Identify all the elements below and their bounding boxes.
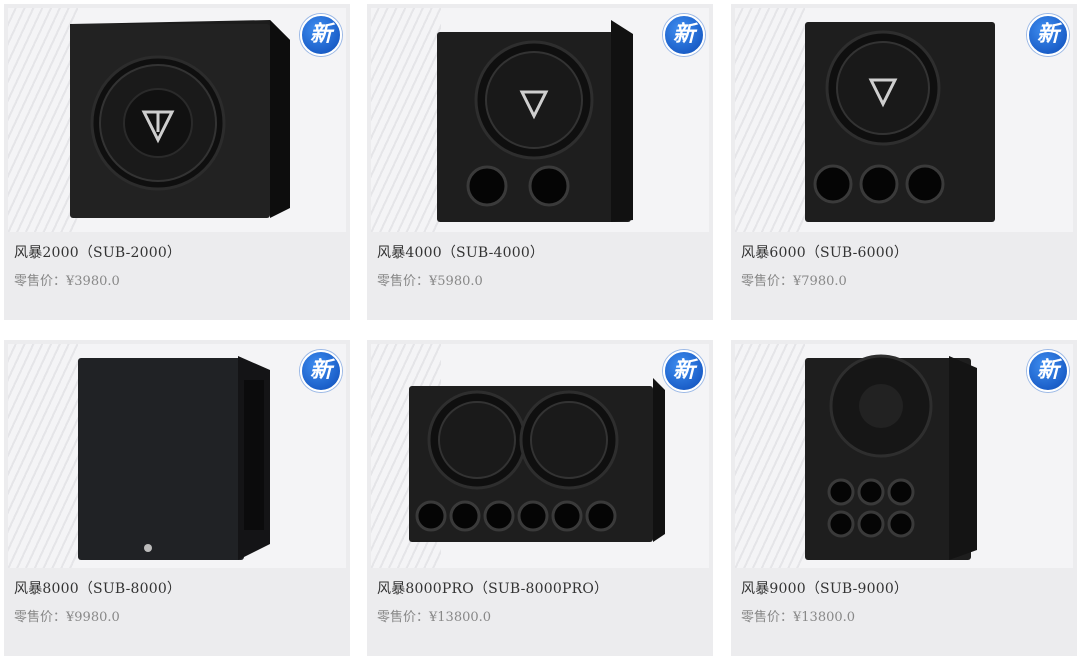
- product-price: 零售价：¥13800.0: [377, 610, 492, 625]
- product-title[interactable]: 风暴2000（SUB-2000）: [14, 242, 181, 262]
- product-card[interactable]: 新 风暴9000（SUB-9000） 零售价：¥13800.0: [731, 340, 1077, 656]
- product-price: 零售价：¥7980.0: [741, 274, 847, 289]
- subwoofer-image: [805, 354, 977, 560]
- new-badge: 新: [1027, 14, 1069, 56]
- new-badge: 新: [663, 350, 705, 392]
- product-title[interactable]: 风暴8000（SUB-8000）: [14, 578, 181, 598]
- product-title[interactable]: 风暴8000PRO（SUB-8000PRO）: [377, 578, 608, 598]
- product-image[interactable]: [735, 344, 1073, 568]
- product-image[interactable]: [371, 344, 709, 568]
- new-badge: 新: [1027, 350, 1069, 392]
- product-card[interactable]: 新 风暴2000（SUB-2000） 零售价：¥3980.0: [4, 4, 350, 320]
- product-grid: 新 风暴2000（SUB-2000） 零售价：¥3980.0 新 风暴4000（…: [0, 0, 1080, 658]
- product-image[interactable]: [735, 8, 1073, 232]
- subwoofer-image: [78, 356, 270, 560]
- product-title[interactable]: 风暴6000（SUB-6000）: [741, 242, 908, 262]
- product-title[interactable]: 风暴4000（SUB-4000）: [377, 242, 544, 262]
- subwoofer-image: [437, 20, 633, 222]
- subwoofer-image: [409, 378, 665, 542]
- new-badge: 新: [300, 350, 342, 392]
- product-title[interactable]: 风暴9000（SUB-9000）: [741, 578, 908, 598]
- subwoofer-image: [70, 20, 290, 218]
- product-price: 零售价：¥3980.0: [14, 274, 120, 289]
- product-price: 零售价：¥13800.0: [741, 610, 856, 625]
- product-price: 零售价：¥9980.0: [14, 610, 120, 625]
- product-image[interactable]: [8, 8, 346, 232]
- product-image[interactable]: [371, 8, 709, 232]
- product-image[interactable]: [8, 344, 346, 568]
- product-card[interactable]: 新 风暴6000（SUB-6000） 零售价：¥7980.0: [731, 4, 1077, 320]
- product-card[interactable]: 新 风暴8000PRO（SUB-8000PRO） 零售价：¥13800.0: [367, 340, 713, 656]
- product-card[interactable]: 新 风暴4000（SUB-4000） 零售价：¥5980.0: [367, 4, 713, 320]
- subwoofer-image: [805, 22, 995, 222]
- product-card[interactable]: 新 风暴8000（SUB-8000） 零售价：¥9980.0: [4, 340, 350, 656]
- new-badge: 新: [663, 14, 705, 56]
- product-price: 零售价：¥5980.0: [377, 274, 483, 289]
- new-badge: 新: [300, 14, 342, 56]
